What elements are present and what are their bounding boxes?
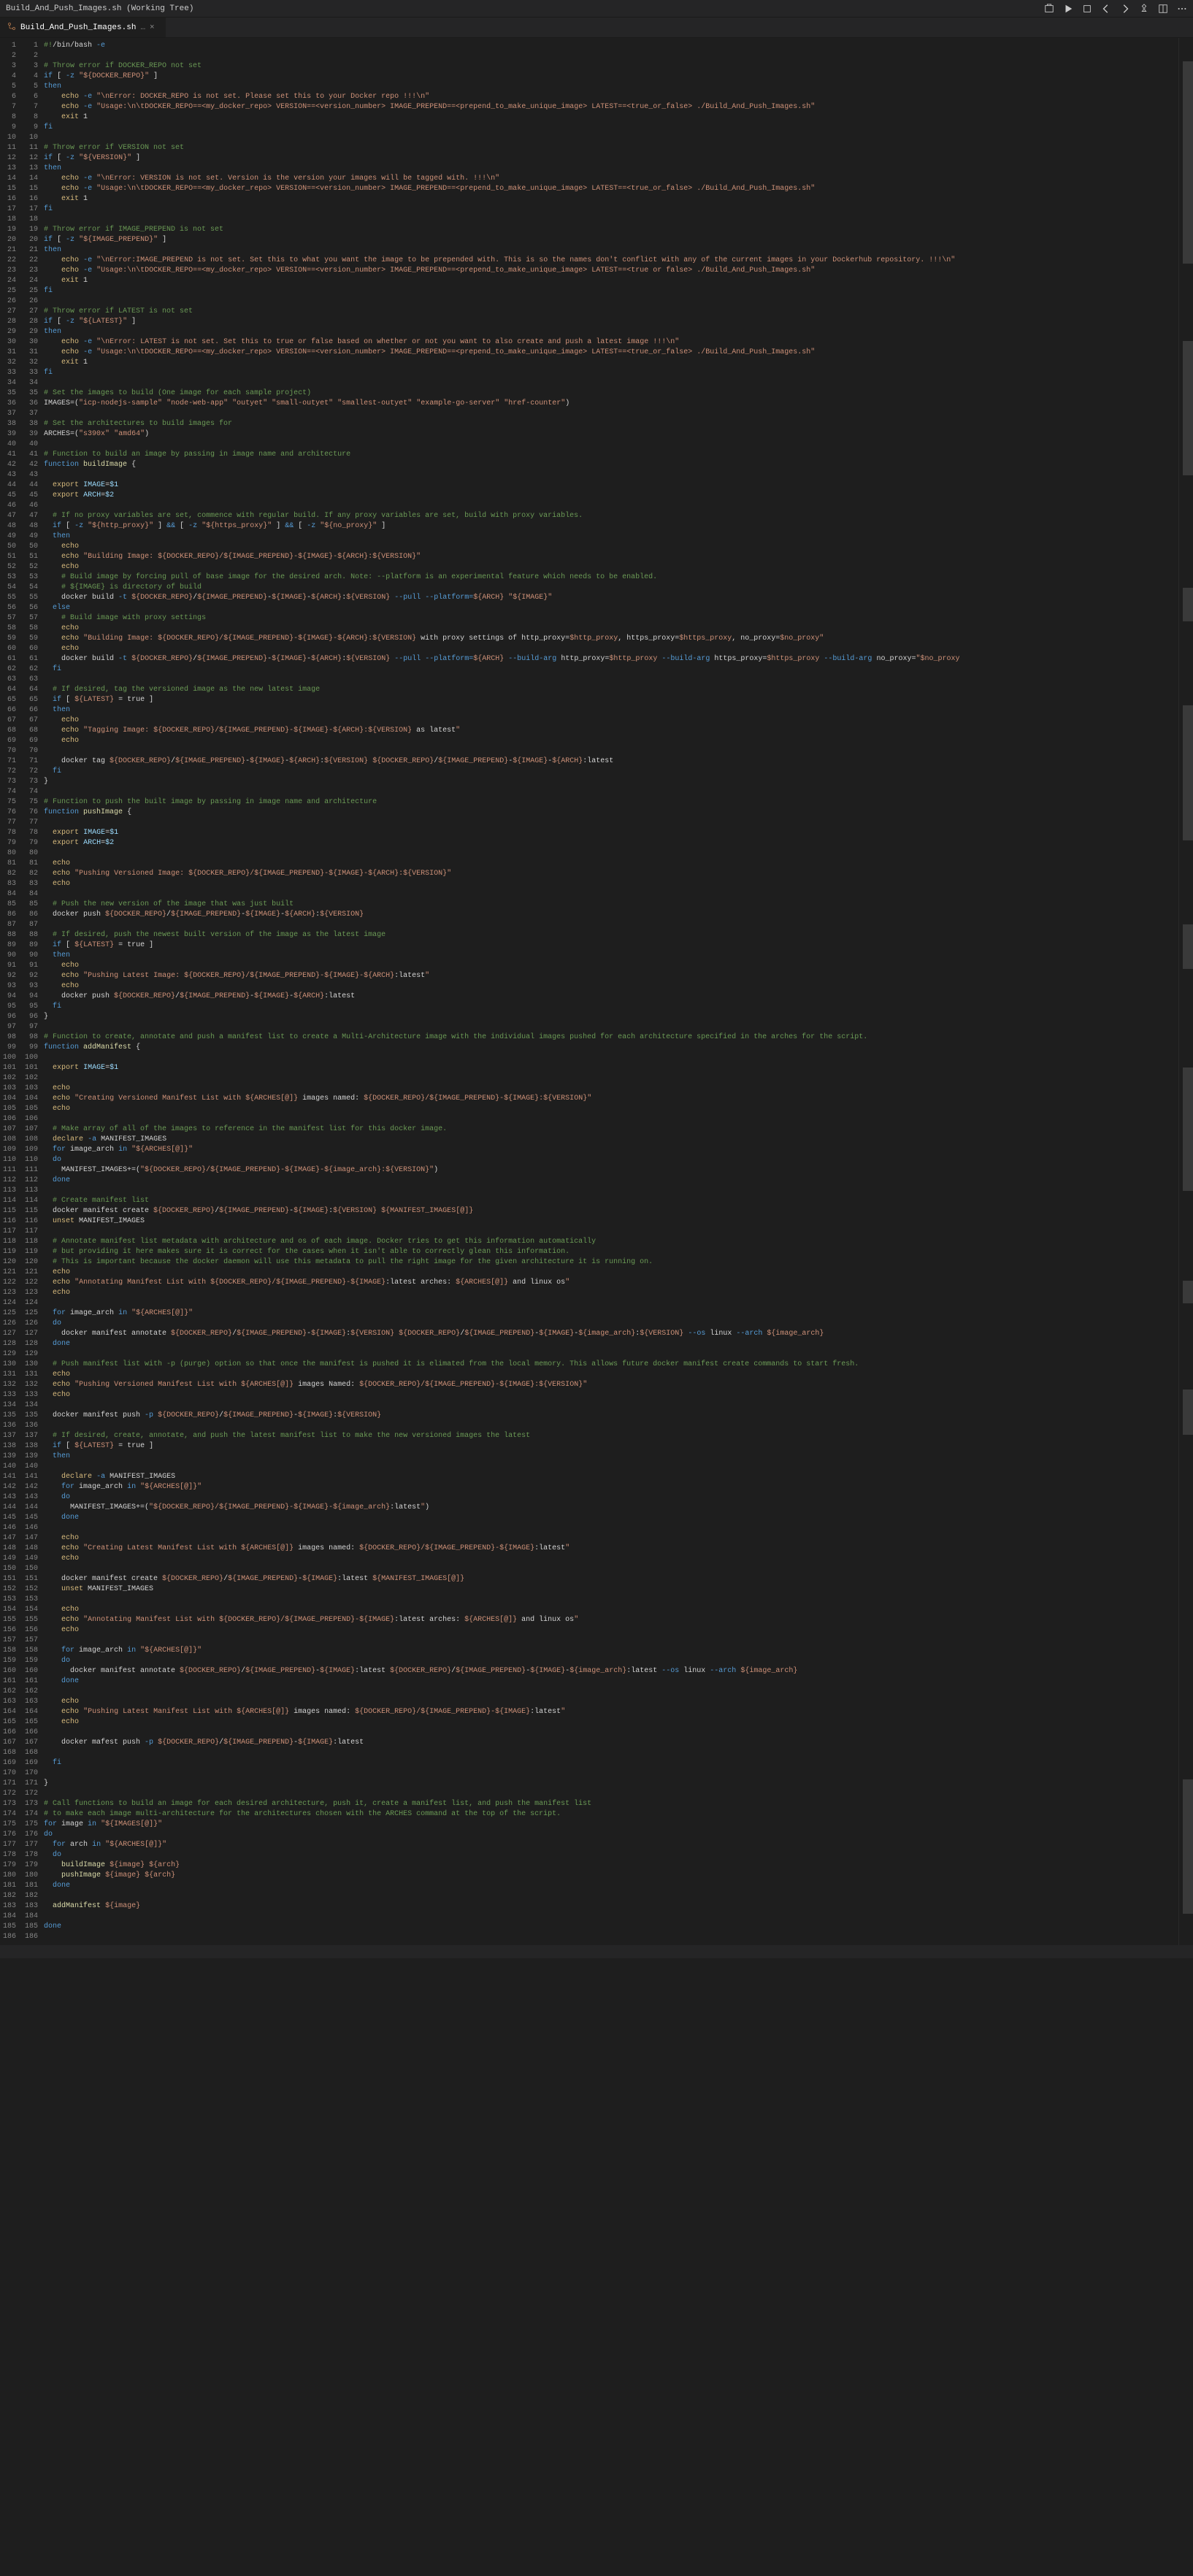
back-icon[interactable] bbox=[1101, 4, 1111, 14]
line-gutter: 1 1 2 2 3 3 4 4 5 5 6 6 7 7 8 8 9 9 10 1… bbox=[0, 38, 44, 1945]
open-file-icon[interactable] bbox=[1044, 4, 1054, 14]
split-icon[interactable] bbox=[1158, 4, 1168, 14]
tab-suffix: … bbox=[140, 23, 145, 32]
tab-bar: Build_And_Push_Images.sh … × bbox=[0, 18, 1193, 38]
code-content[interactable]: #!/bin/bash -e # Throw error if DOCKER_R… bbox=[44, 38, 1178, 1945]
title-toolbar bbox=[1044, 4, 1187, 14]
close-icon[interactable]: × bbox=[150, 23, 158, 32]
pin-icon[interactable] bbox=[1139, 4, 1149, 14]
tab-active[interactable]: Build_And_Push_Images.sh … × bbox=[0, 18, 166, 37]
title-bar: Build_And_Push_Images.sh (Working Tree) bbox=[0, 0, 1193, 18]
tab-label: Build_And_Push_Images.sh bbox=[20, 23, 136, 32]
minimap[interactable] bbox=[1178, 38, 1193, 1945]
status-bar bbox=[0, 1945, 1193, 1958]
stop-icon[interactable] bbox=[1082, 4, 1092, 14]
editor[interactable]: 1 1 2 2 3 3 4 4 5 5 6 6 7 7 8 8 9 9 10 1… bbox=[0, 38, 1193, 1945]
play-icon[interactable] bbox=[1063, 4, 1073, 14]
more-icon[interactable] bbox=[1177, 4, 1187, 14]
forward-icon[interactable] bbox=[1120, 4, 1130, 14]
git-diff-icon bbox=[7, 22, 16, 34]
window-title: Build_And_Push_Images.sh (Working Tree) bbox=[6, 4, 193, 13]
